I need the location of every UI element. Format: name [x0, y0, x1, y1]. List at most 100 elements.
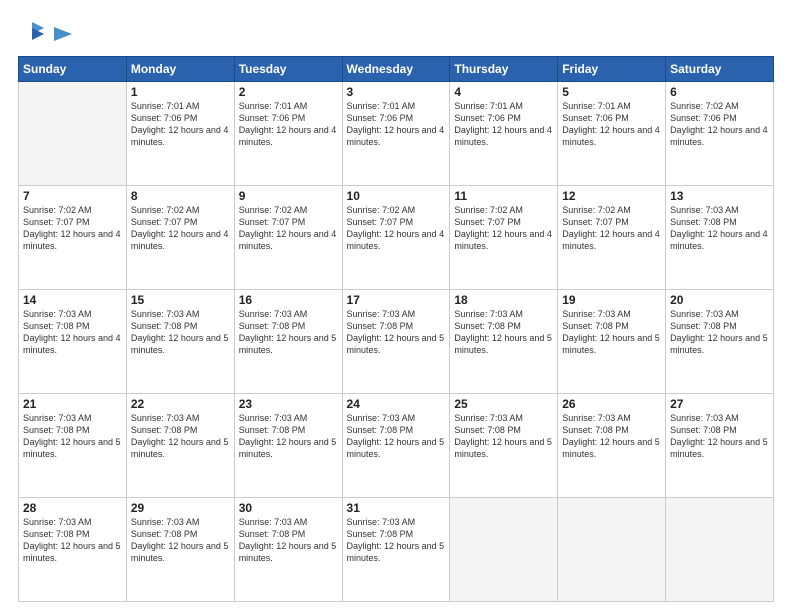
day-number: 15 [131, 293, 230, 307]
calendar-cell [19, 82, 127, 186]
sun-info: Sunrise: 7:03 AMSunset: 7:08 PMDaylight:… [347, 308, 446, 357]
calendar-cell [558, 498, 666, 602]
sun-info: Sunrise: 7:02 AMSunset: 7:07 PMDaylight:… [23, 204, 122, 253]
day-number: 11 [454, 189, 553, 203]
logo [18, 18, 74, 46]
sun-info: Sunrise: 7:03 AMSunset: 7:08 PMDaylight:… [670, 204, 769, 253]
sun-info: Sunrise: 7:03 AMSunset: 7:08 PMDaylight:… [23, 516, 122, 565]
sun-info: Sunrise: 7:03 AMSunset: 7:08 PMDaylight:… [670, 412, 769, 461]
calendar-cell: 5Sunrise: 7:01 AMSunset: 7:06 PMDaylight… [558, 82, 666, 186]
calendar-cell: 23Sunrise: 7:03 AMSunset: 7:08 PMDayligh… [234, 394, 342, 498]
calendar-cell: 30Sunrise: 7:03 AMSunset: 7:08 PMDayligh… [234, 498, 342, 602]
day-number: 21 [23, 397, 122, 411]
day-number: 17 [347, 293, 446, 307]
day-of-week-friday: Friday [558, 57, 666, 82]
calendar-cell: 10Sunrise: 7:02 AMSunset: 7:07 PMDayligh… [342, 186, 450, 290]
day-of-week-sunday: Sunday [19, 57, 127, 82]
day-of-week-monday: Monday [126, 57, 234, 82]
week-row-5: 28Sunrise: 7:03 AMSunset: 7:08 PMDayligh… [19, 498, 774, 602]
calendar-cell: 4Sunrise: 7:01 AMSunset: 7:06 PMDaylight… [450, 82, 558, 186]
calendar-cell: 16Sunrise: 7:03 AMSunset: 7:08 PMDayligh… [234, 290, 342, 394]
sun-info: Sunrise: 7:03 AMSunset: 7:08 PMDaylight:… [562, 308, 661, 357]
sun-info: Sunrise: 7:03 AMSunset: 7:08 PMDaylight:… [347, 412, 446, 461]
day-of-week-wednesday: Wednesday [342, 57, 450, 82]
sun-info: Sunrise: 7:02 AMSunset: 7:07 PMDaylight:… [454, 204, 553, 253]
week-row-2: 7Sunrise: 7:02 AMSunset: 7:07 PMDaylight… [19, 186, 774, 290]
day-number: 12 [562, 189, 661, 203]
day-number: 18 [454, 293, 553, 307]
calendar-cell: 25Sunrise: 7:03 AMSunset: 7:08 PMDayligh… [450, 394, 558, 498]
day-number: 20 [670, 293, 769, 307]
day-number: 25 [454, 397, 553, 411]
calendar-table: SundayMondayTuesdayWednesdayThursdayFrid… [18, 56, 774, 602]
day-number: 23 [239, 397, 338, 411]
calendar-cell [450, 498, 558, 602]
calendar-cell: 24Sunrise: 7:03 AMSunset: 7:08 PMDayligh… [342, 394, 450, 498]
sun-info: Sunrise: 7:03 AMSunset: 7:08 PMDaylight:… [23, 308, 122, 357]
sun-info: Sunrise: 7:01 AMSunset: 7:06 PMDaylight:… [347, 100, 446, 149]
sun-info: Sunrise: 7:03 AMSunset: 7:08 PMDaylight:… [670, 308, 769, 357]
calendar-cell: 9Sunrise: 7:02 AMSunset: 7:07 PMDaylight… [234, 186, 342, 290]
sun-info: Sunrise: 7:03 AMSunset: 7:08 PMDaylight:… [131, 516, 230, 565]
sun-info: Sunrise: 7:03 AMSunset: 7:08 PMDaylight:… [131, 308, 230, 357]
week-row-1: 1Sunrise: 7:01 AMSunset: 7:06 PMDaylight… [19, 82, 774, 186]
sun-info: Sunrise: 7:02 AMSunset: 7:07 PMDaylight:… [131, 204, 230, 253]
sun-info: Sunrise: 7:02 AMSunset: 7:07 PMDaylight:… [239, 204, 338, 253]
sun-info: Sunrise: 7:03 AMSunset: 7:08 PMDaylight:… [347, 516, 446, 565]
calendar-cell: 20Sunrise: 7:03 AMSunset: 7:08 PMDayligh… [666, 290, 774, 394]
logo-icon [18, 18, 46, 46]
day-number: 9 [239, 189, 338, 203]
day-number: 13 [670, 189, 769, 203]
sun-info: Sunrise: 7:03 AMSunset: 7:08 PMDaylight:… [454, 308, 553, 357]
day-number: 19 [562, 293, 661, 307]
sun-info: Sunrise: 7:01 AMSunset: 7:06 PMDaylight:… [454, 100, 553, 149]
day-number: 3 [347, 85, 446, 99]
day-of-week-header-row: SundayMondayTuesdayWednesdayThursdayFrid… [19, 57, 774, 82]
sun-info: Sunrise: 7:03 AMSunset: 7:08 PMDaylight:… [131, 412, 230, 461]
sun-info: Sunrise: 7:03 AMSunset: 7:08 PMDaylight:… [239, 412, 338, 461]
calendar-cell: 18Sunrise: 7:03 AMSunset: 7:08 PMDayligh… [450, 290, 558, 394]
sun-info: Sunrise: 7:02 AMSunset: 7:06 PMDaylight:… [670, 100, 769, 149]
calendar-cell: 28Sunrise: 7:03 AMSunset: 7:08 PMDayligh… [19, 498, 127, 602]
day-number: 4 [454, 85, 553, 99]
calendar-cell: 22Sunrise: 7:03 AMSunset: 7:08 PMDayligh… [126, 394, 234, 498]
day-number: 26 [562, 397, 661, 411]
day-number: 1 [131, 85, 230, 99]
day-number: 2 [239, 85, 338, 99]
day-number: 10 [347, 189, 446, 203]
calendar-cell: 6Sunrise: 7:02 AMSunset: 7:06 PMDaylight… [666, 82, 774, 186]
sun-info: Sunrise: 7:02 AMSunset: 7:07 PMDaylight:… [562, 204, 661, 253]
calendar-cell: 15Sunrise: 7:03 AMSunset: 7:08 PMDayligh… [126, 290, 234, 394]
sun-info: Sunrise: 7:03 AMSunset: 7:08 PMDaylight:… [562, 412, 661, 461]
calendar-cell: 12Sunrise: 7:02 AMSunset: 7:07 PMDayligh… [558, 186, 666, 290]
calendar-cell: 31Sunrise: 7:03 AMSunset: 7:08 PMDayligh… [342, 498, 450, 602]
logo-text [50, 25, 74, 39]
day-number: 22 [131, 397, 230, 411]
day-number: 8 [131, 189, 230, 203]
sun-info: Sunrise: 7:03 AMSunset: 7:08 PMDaylight:… [454, 412, 553, 461]
calendar-cell: 26Sunrise: 7:03 AMSunset: 7:08 PMDayligh… [558, 394, 666, 498]
sun-info: Sunrise: 7:03 AMSunset: 7:08 PMDaylight:… [239, 516, 338, 565]
calendar-cell: 8Sunrise: 7:02 AMSunset: 7:07 PMDaylight… [126, 186, 234, 290]
sun-info: Sunrise: 7:03 AMSunset: 7:08 PMDaylight:… [23, 412, 122, 461]
calendar-cell: 11Sunrise: 7:02 AMSunset: 7:07 PMDayligh… [450, 186, 558, 290]
calendar-cell: 3Sunrise: 7:01 AMSunset: 7:06 PMDaylight… [342, 82, 450, 186]
sun-info: Sunrise: 7:03 AMSunset: 7:08 PMDaylight:… [239, 308, 338, 357]
calendar-cell: 29Sunrise: 7:03 AMSunset: 7:08 PMDayligh… [126, 498, 234, 602]
sun-info: Sunrise: 7:01 AMSunset: 7:06 PMDaylight:… [239, 100, 338, 149]
calendar-cell: 17Sunrise: 7:03 AMSunset: 7:08 PMDayligh… [342, 290, 450, 394]
calendar-cell: 27Sunrise: 7:03 AMSunset: 7:08 PMDayligh… [666, 394, 774, 498]
day-of-week-tuesday: Tuesday [234, 57, 342, 82]
day-number: 29 [131, 501, 230, 515]
calendar-cell: 19Sunrise: 7:03 AMSunset: 7:08 PMDayligh… [558, 290, 666, 394]
day-number: 31 [347, 501, 446, 515]
logo-flag-svg [52, 25, 74, 43]
calendar-cell: 2Sunrise: 7:01 AMSunset: 7:06 PMDaylight… [234, 82, 342, 186]
day-number: 28 [23, 501, 122, 515]
day-number: 24 [347, 397, 446, 411]
sun-info: Sunrise: 7:02 AMSunset: 7:07 PMDaylight:… [347, 204, 446, 253]
day-of-week-thursday: Thursday [450, 57, 558, 82]
calendar-cell: 7Sunrise: 7:02 AMSunset: 7:07 PMDaylight… [19, 186, 127, 290]
day-number: 6 [670, 85, 769, 99]
sun-info: Sunrise: 7:01 AMSunset: 7:06 PMDaylight:… [131, 100, 230, 149]
